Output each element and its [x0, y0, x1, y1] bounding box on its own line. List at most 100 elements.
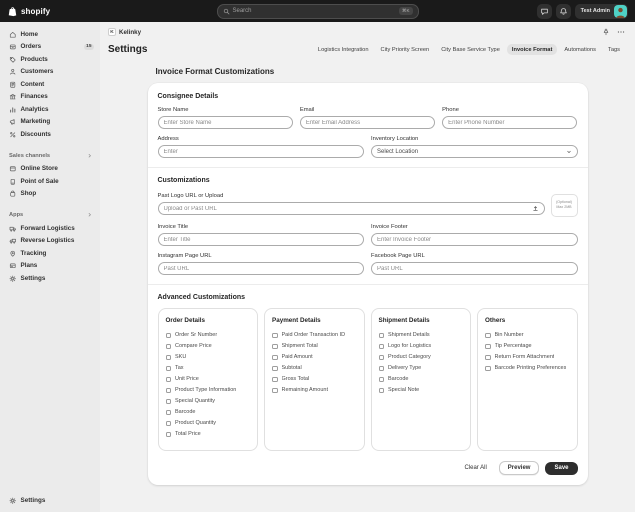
checkbox-item[interactable]: Bin Number — [485, 332, 570, 339]
address-input[interactable] — [157, 145, 364, 158]
user-menu[interactable]: Test Admin — [574, 3, 628, 19]
checkbox[interactable] — [485, 365, 491, 371]
checkbox[interactable] — [378, 365, 384, 371]
checkbox[interactable] — [165, 332, 171, 338]
tab[interactable]: Invoice Format — [506, 44, 558, 55]
upload-icon[interactable] — [532, 205, 539, 212]
facebook-url-input[interactable] — [371, 262, 578, 275]
checkbox-item[interactable]: Tax — [165, 365, 251, 372]
checkbox[interactable] — [485, 354, 491, 360]
sidebar-item[interactable]: Products — [0, 53, 100, 66]
checkbox[interactable] — [378, 354, 384, 360]
checkbox[interactable] — [272, 376, 278, 382]
email-input[interactable] — [299, 116, 436, 129]
sidebar-item[interactable]: Analytics — [0, 103, 100, 116]
notifications-button[interactable] — [555, 3, 571, 19]
sidebar-item[interactable]: Content — [0, 78, 100, 91]
checkbox-item[interactable]: Product Type Information — [165, 387, 251, 394]
checkbox-item[interactable]: Logo for Logistics — [378, 343, 464, 350]
inbox-button[interactable] — [536, 3, 552, 19]
breadcrumb[interactable]: K Kelinky — [108, 28, 141, 36]
checkbox-item[interactable]: Product Quantity — [165, 420, 251, 427]
sidebar-item[interactable]: Online Store — [0, 163, 100, 176]
checkbox-item[interactable]: Remaining Amount — [272, 387, 357, 394]
store-name-input[interactable] — [157, 116, 293, 129]
checkbox-item[interactable]: Subtotal — [272, 365, 357, 372]
sidebar-item[interactable]: Point of Sale — [0, 175, 100, 188]
checkbox[interactable] — [272, 343, 278, 349]
checkbox-item[interactable]: Tip Percentage — [485, 343, 570, 350]
checkbox-item[interactable]: Total Price — [165, 431, 251, 438]
checkbox-item[interactable]: Barcode — [378, 376, 464, 383]
sidebar-item[interactable]: Tracking — [0, 247, 100, 260]
sidebar-item[interactable]: Reverse Logistics — [0, 235, 100, 248]
checkbox-item[interactable]: Product Category — [378, 354, 464, 361]
preview-button[interactable]: Preview — [498, 461, 540, 475]
search-input[interactable]: Search ⌘K — [216, 3, 419, 19]
checkbox-item[interactable]: SKU — [165, 354, 251, 361]
sidebar-item[interactable]: Marketing — [0, 116, 100, 129]
checkbox-item[interactable]: Unit Price — [165, 376, 251, 383]
sidebar-section-sales-channels[interactable]: Sales channels — [0, 151, 100, 161]
checkbox-item[interactable]: Special Note — [378, 387, 464, 394]
sidebar-item[interactable]: Home — [0, 28, 100, 41]
checkbox-item[interactable]: Special Quantity — [165, 398, 251, 405]
sidebar-item[interactable]: Orders 15 — [0, 41, 100, 54]
sidebar-item[interactable]: Discounts — [0, 128, 100, 141]
checkbox[interactable] — [165, 354, 171, 360]
checkbox-item[interactable]: Shipment Details — [378, 332, 464, 339]
checkbox[interactable] — [272, 365, 278, 371]
shopify-logo[interactable]: shopify — [7, 6, 50, 17]
checkbox-item[interactable]: Return Form Attachment — [485, 354, 570, 361]
checkbox-item[interactable]: Barcode — [165, 409, 251, 416]
sidebar-item-settings[interactable]: Settings — [0, 495, 100, 508]
checkbox-item[interactable]: Paid Amount — [272, 354, 357, 361]
checkbox[interactable] — [165, 387, 171, 393]
sidebar-item[interactable]: Plans — [0, 260, 100, 273]
logo-url-input[interactable] — [157, 202, 545, 215]
sidebar-item[interactable]: Shop — [0, 188, 100, 201]
logo-url-text-input[interactable] — [163, 205, 529, 212]
checkbox[interactable] — [165, 398, 171, 404]
checkbox[interactable] — [272, 332, 278, 338]
sidebar-section-apps[interactable]: Apps — [0, 210, 100, 220]
checkbox[interactable] — [165, 343, 171, 349]
more-options-icon[interactable] — [617, 28, 625, 36]
save-button[interactable]: Save — [545, 461, 578, 475]
checkbox-item[interactable]: Delivery Type — [378, 365, 464, 372]
tab[interactable]: Automations — [559, 44, 601, 55]
instagram-url-input[interactable] — [157, 262, 364, 275]
checkbox-item[interactable]: Barcode Printing Preferences — [485, 365, 570, 372]
checkbox[interactable] — [485, 332, 491, 338]
inventory-location-select[interactable]: Select Location — [371, 145, 578, 158]
tab[interactable]: Logistics Integration — [313, 44, 374, 55]
tab[interactable]: Tags — [603, 44, 625, 55]
checkbox[interactable] — [378, 387, 384, 393]
checkbox[interactable] — [165, 365, 171, 371]
checkbox-item[interactable]: Shipment Total — [272, 343, 357, 350]
checkbox[interactable] — [378, 376, 384, 382]
checkbox[interactable] — [165, 420, 171, 426]
sidebar-item[interactable]: Customers — [0, 66, 100, 79]
sidebar-item[interactable]: Finances — [0, 91, 100, 104]
tab[interactable]: City Priority Screen — [376, 44, 435, 55]
sidebar-item[interactable]: Settings — [0, 272, 100, 285]
checkbox-item[interactable]: Paid Order Transaction ID — [272, 332, 357, 339]
checkbox[interactable] — [485, 343, 491, 349]
checkbox[interactable] — [378, 332, 384, 338]
checkbox-item[interactable]: Compare Price — [165, 343, 251, 350]
checkbox-item[interactable]: Order Sr Number — [165, 332, 251, 339]
checkbox[interactable] — [165, 409, 171, 415]
checkbox[interactable] — [272, 354, 278, 360]
checkbox[interactable] — [272, 387, 278, 393]
invoice-footer-input[interactable] — [371, 233, 578, 246]
checkbox[interactable] — [165, 376, 171, 382]
pin-icon[interactable] — [602, 28, 610, 36]
sidebar-item[interactable]: Forward Logistics — [0, 222, 100, 235]
tab[interactable]: City Base Service Type — [436, 44, 505, 55]
phone-input[interactable] — [442, 116, 578, 129]
checkbox[interactable] — [165, 431, 171, 437]
invoice-title-input[interactable] — [157, 233, 364, 246]
clear-all-button[interactable]: Clear All — [458, 462, 492, 474]
checkbox-item[interactable]: Gross Total — [272, 376, 357, 383]
